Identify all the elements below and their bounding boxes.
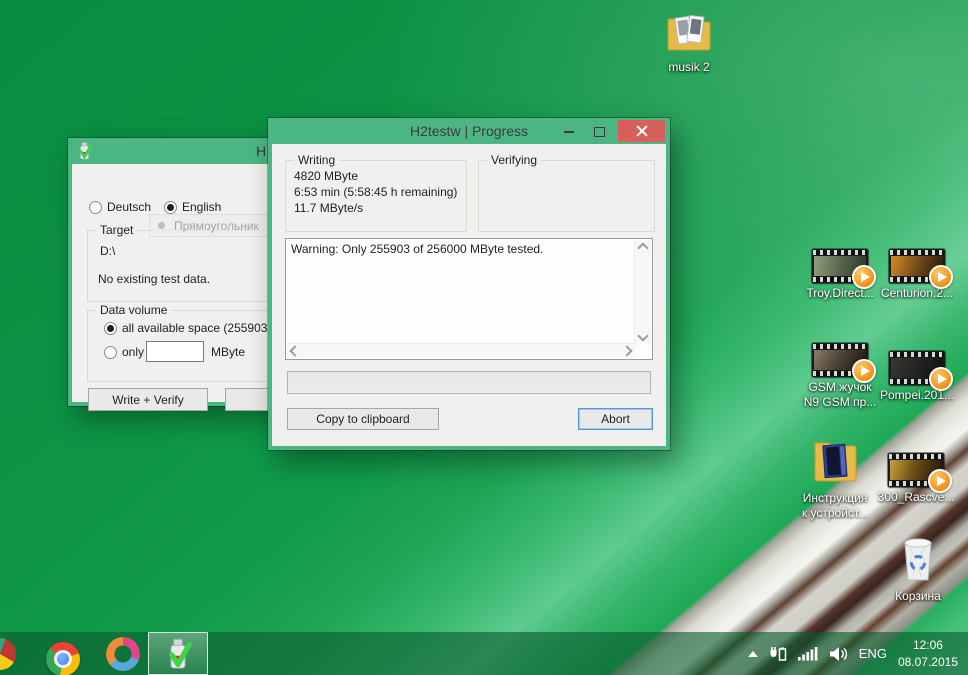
writing-mbyte: 4820 MByte [294,169,358,183]
copy-to-clipboard-button[interactable]: Copy to clipboard [287,408,439,430]
copy-button-label: Copy to clipboard [316,412,409,426]
radio-deutsch[interactable]: Deutsch [89,200,151,214]
close-button[interactable] [618,120,665,142]
taskbar: ENG 12:06 08.07.2015 [0,632,968,675]
sync-arrows-icon[interactable] [106,637,140,671]
only-mbyte-input[interactable] [146,341,204,362]
chrome-icon[interactable] [46,642,80,675]
play-badge-icon [929,367,953,391]
radio-english[interactable]: English [164,200,221,214]
tray-signal-icon[interactable] [798,646,818,661]
clock-date: 08.07.2015 [898,654,958,671]
progress-titlebar[interactable]: H2testw | Progress [268,118,670,144]
clock-time: 12:06 [898,637,958,654]
video-file-icon [812,249,868,283]
icon-label: Корзина [872,589,964,604]
scroll-right-icon [621,345,632,356]
write-verify-button[interactable]: Write + Verify [88,388,208,411]
icon-label: Pompei.201... [868,388,966,403]
radio-icon[interactable] [164,201,177,214]
scroll-down-icon [637,330,648,341]
scroll-down-button[interactable] [635,328,651,344]
radio-icon[interactable] [89,201,102,214]
desktop-icon-centurion[interactable]: Centurion.2... [868,249,966,301]
icon-label-line2: к устройст... [786,506,884,521]
h2testw-usb-check-icon [164,638,192,670]
scroll-left-icon [289,345,300,356]
taskbar-clock[interactable]: 12:06 08.07.2015 [898,637,958,671]
target-group-label: Target [96,223,137,237]
scroll-left-button[interactable] [287,343,303,359]
close-icon [636,125,648,137]
ghost-tooltip-label: Прямоугольник [174,219,259,233]
play-badge-icon [928,469,952,493]
vertical-scrollbar[interactable] [634,240,651,344]
tray-battery-icon[interactable] [769,646,787,662]
h2testw-taskbar-button[interactable] [148,632,208,675]
desktop-icon-300-rascvet[interactable]: 300_Rascve... [864,453,968,505]
scroll-up-button[interactable] [635,240,651,256]
dvd-folder-icon [812,437,858,485]
progress-client: Writing 4820 MByte 6:53 min (5:58:45 h r… [272,144,666,446]
radio-icon[interactable] [104,346,117,359]
radio-only-label: only [122,345,144,359]
target-path: D:\ [100,244,115,258]
h2testw-usb-check-icon [76,142,93,160]
data-volume-group-label: Data volume [96,303,171,317]
write-verify-button-label: Write + Verify [112,393,183,407]
recycle-bin-icon [900,533,936,583]
minimize-button[interactable] [556,122,582,141]
minimize-icon [564,131,574,133]
h2testw-progress-window: H2testw | Progress Writing 4820 MByte 6:… [268,118,670,450]
writing-speed: 11.7 MByte/s [294,201,363,215]
desktop: musik 2 Troy.Direct... Centurion.2... GS… [0,0,968,675]
horizontal-scrollbar[interactable] [287,343,635,358]
radio-deutsch-label: Deutsch [107,200,151,214]
ghost-bullet-icon [158,222,165,229]
writing-groupbox: Writing 4820 MByte 6:53 min (5:58:45 h r… [285,160,467,232]
icon-label: musik 2 [643,60,735,75]
icon-label: Centurion.2... [868,286,966,301]
video-file-icon [889,351,945,385]
maximize-button[interactable] [586,122,612,141]
abort-button-label: Abort [601,412,630,426]
icon-label: 300_Rascve... [864,490,968,505]
desktop-icon-korzina[interactable]: Корзина [872,533,964,604]
radio-only[interactable]: only [104,345,144,359]
writing-time: 6:53 min (5:58:45 h remaining) [294,185,457,199]
log-listbox[interactable]: Warning: Only 255903 of 256000 MByte tes… [285,238,653,360]
system-tray: ENG 12:06 08.07.2015 [748,632,958,675]
log-warning-text: Warning: Only 255903 of 256000 MByte tes… [291,242,543,256]
video-file-icon [812,343,868,377]
desktop-icon-pompei[interactable]: Pompei.201... [868,351,966,403]
video-file-icon [889,249,945,283]
target-status: No existing test data. [98,272,210,286]
hidden-icons-arrow[interactable] [748,651,758,657]
partial-app-icon[interactable] [0,638,16,670]
radio-icon[interactable] [104,322,117,335]
scroll-up-icon [637,242,648,253]
mbyte-unit-label: MByte [211,345,245,359]
scroll-right-button[interactable] [619,343,635,359]
desktop-icon-musik2[interactable]: musik 2 [643,12,735,75]
verifying-group-label: Verifying [487,153,541,167]
radio-english-label: English [182,200,221,214]
writing-group-label: Writing [294,153,339,167]
music-folder-icon [665,12,713,54]
progress-bar [287,371,651,394]
tray-speaker-icon[interactable] [829,646,848,662]
maximize-icon [594,127,605,137]
play-badge-icon [929,265,953,289]
abort-button[interactable]: Abort [578,408,653,430]
language-indicator[interactable]: ENG [859,646,887,661]
main-window-title: H [256,143,266,159]
verifying-groupbox: Verifying [478,160,655,232]
video-file-icon [888,453,944,487]
